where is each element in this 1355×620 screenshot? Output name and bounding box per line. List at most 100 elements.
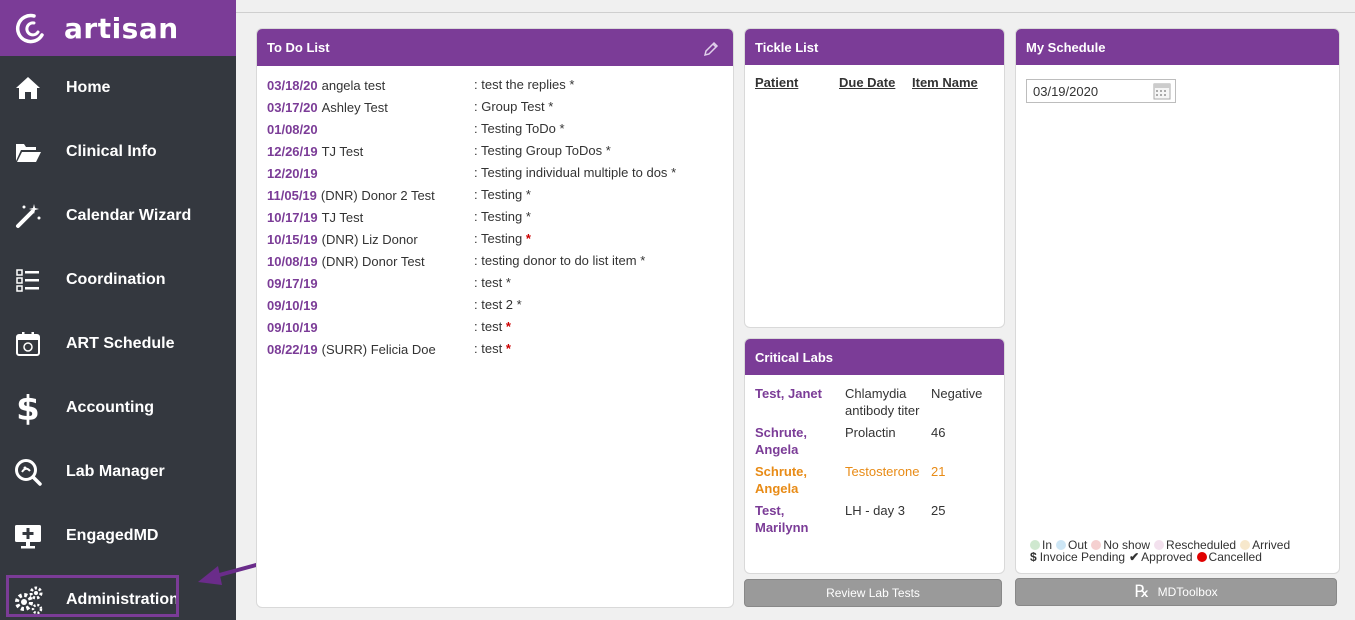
review-lab-tests-button[interactable]: Review Lab Tests (744, 579, 1002, 607)
tickle-col-patient[interactable]: Patient (755, 75, 798, 90)
todo-patient[interactable]: Ashley Test (322, 100, 388, 115)
check-icon: ✔ (1129, 550, 1140, 564)
magic-wand-icon (12, 200, 44, 232)
todo-item-label: : Testing (474, 209, 523, 224)
todo-item-label: : test (474, 341, 503, 356)
todo-date[interactable]: 09/10/19 (267, 320, 318, 335)
nav-art-schedule[interactable]: ART Schedule (0, 312, 236, 376)
todo-star: * (605, 143, 611, 158)
todo-date[interactable]: 10/08/19 (267, 254, 318, 269)
todo-date[interactable]: 01/08/20 (267, 122, 318, 137)
todo-row[interactable]: 03/17/20 Ashley Test (267, 96, 388, 118)
todo-item-text[interactable]: : Testing individual multiple to dos * (474, 165, 676, 180)
todo-item-text[interactable]: : Testing * (474, 209, 531, 224)
tickle-col-due-date[interactable]: Due Date (839, 75, 895, 90)
todo-item-text[interactable]: : Testing * (474, 231, 531, 246)
todo-item-text[interactable]: : Group Test * (474, 99, 553, 114)
lab-search-icon (12, 456, 44, 488)
tickle-panel: Tickle List Patient Due Date Item Name (744, 28, 1005, 328)
todo-date[interactable]: 09/10/19 (267, 298, 318, 313)
todo-patient[interactable]: (SURR) Felicia Doe (322, 342, 436, 357)
lab-patient[interactable]: Schrute, Angela (755, 463, 835, 497)
todo-panel: To Do List 03/18/20 angela test: test the… (256, 28, 734, 608)
todo-star: * (569, 77, 575, 92)
calendar-picker-icon[interactable] (1153, 82, 1171, 100)
todo-item-text[interactable]: : Testing * (474, 187, 531, 202)
todo-date[interactable]: 08/22/19 (267, 342, 318, 357)
todo-item-text[interactable]: : test * (474, 319, 511, 334)
todo-patient[interactable]: TJ Test (322, 144, 364, 159)
todo-date[interactable]: 10/15/19 (267, 232, 318, 247)
todo-item-text[interactable]: : test * (474, 341, 511, 356)
todo-date[interactable]: 10/17/19 (267, 210, 318, 225)
todo-patient[interactable]: (DNR) Donor Test (322, 254, 425, 269)
tickle-header: Tickle List (745, 29, 1004, 65)
administration-highlight-box (6, 575, 179, 617)
todo-row[interactable]: 09/17/19 (267, 272, 322, 294)
todo-item-text[interactable]: : Testing ToDo * (474, 121, 565, 136)
mdtoolbox-button[interactable]: ℞ MDToolbox (1015, 578, 1337, 606)
todo-item-label: : Testing Group ToDos (474, 143, 603, 158)
todo-row[interactable]: 12/26/19 TJ Test (267, 140, 363, 162)
todo-star: * (525, 231, 531, 246)
todo-item-label: : test 2 (474, 297, 514, 312)
lab-patient[interactable]: Test, Marilynn (755, 502, 835, 536)
critical-labs-header: Critical Labs (745, 339, 1004, 375)
artisan-logo-icon (15, 13, 44, 44)
todo-row[interactable]: 09/10/19 (267, 316, 322, 338)
todo-row[interactable]: 09/10/19 (267, 294, 322, 316)
todo-date[interactable]: 03/17/20 (267, 100, 318, 115)
tickle-col-item-name[interactable]: Item Name (912, 75, 978, 90)
todo-date[interactable]: 11/05/19 (267, 188, 317, 203)
todo-item-text[interactable]: : testing donor to do list item * (474, 253, 645, 268)
todo-patient[interactable]: (DNR) Donor 2 Test (321, 188, 435, 203)
legend-cancelled-label: Cancelled (1208, 550, 1262, 564)
lab-value: Negative (931, 386, 983, 401)
calendar-icon (12, 328, 44, 360)
todo-patient[interactable]: TJ Test (322, 210, 364, 225)
nav-label-calendar-wizard: Calendar Wizard (66, 207, 192, 224)
legend-invoice-label: Invoice Pending (1039, 550, 1126, 564)
todo-item-text[interactable]: : test * (474, 275, 511, 290)
nav-label-lab-manager: Lab Manager (66, 463, 165, 480)
todo-item-label: : test the replies (474, 77, 566, 92)
todo-row[interactable]: 10/08/19 (DNR) Donor Test (267, 250, 425, 272)
todo-row[interactable]: 03/18/20 angela test (267, 74, 385, 96)
lab-value: 46 (931, 425, 946, 440)
todo-date[interactable]: 12/20/19 (267, 166, 318, 181)
todo-star: * (516, 297, 522, 312)
schedule-legend-billing: $ Invoice Pending ✔ Approved Cancelled (1030, 550, 1262, 564)
nav-accounting[interactable]: $ Accounting (0, 376, 236, 440)
lab-patient[interactable]: Test, Janet (755, 385, 835, 402)
todo-item-text[interactable]: : test 2 * (474, 297, 522, 312)
todo-date[interactable]: 03/18/20 (267, 78, 318, 93)
todo-patient[interactable]: angela test (322, 78, 386, 93)
todo-row[interactable]: 01/08/20 (267, 118, 322, 140)
nav-coordination[interactable]: Coordination (0, 248, 236, 312)
todo-date[interactable]: 09/17/19 (267, 276, 318, 291)
brand-bar: artisan (0, 0, 236, 56)
checklist-icon (12, 264, 44, 296)
nav-home[interactable]: Home (0, 56, 236, 120)
critical-labs-panel: Critical Labs Test, Janet Chlamydia antib… (744, 338, 1005, 574)
critical-labs-title: Critical Labs (755, 349, 834, 365)
todo-star: * (640, 253, 646, 268)
todo-row[interactable]: 12/20/19 (267, 162, 322, 184)
nav-lab-manager[interactable]: Lab Manager (0, 440, 236, 504)
todo-row[interactable]: 10/17/19 TJ Test (267, 206, 363, 228)
nav-clinical-info[interactable]: Clinical Info (0, 120, 236, 184)
todo-row[interactable]: 10/15/19 (DNR) Liz Donor (267, 228, 418, 250)
nav-calendar-wizard[interactable]: Calendar Wizard (0, 184, 236, 248)
lab-patient[interactable]: Schrute, Angela (755, 424, 835, 458)
todo-item-text[interactable]: : test the replies * (474, 77, 574, 92)
nav-label-home: Home (66, 79, 111, 96)
todo-date[interactable]: 12/26/19 (267, 144, 318, 159)
brand-name: artisan (64, 11, 179, 45)
pencil-icon[interactable] (703, 41, 719, 57)
todo-patient[interactable]: (DNR) Liz Donor (322, 232, 418, 247)
monitor-plus-icon (12, 520, 44, 552)
todo-row[interactable]: 11/05/19 (DNR) Donor 2 Test (267, 184, 435, 206)
header-divider (236, 12, 1355, 13)
todo-row[interactable]: 08/22/19 (SURR) Felicia Doe (267, 338, 436, 360)
todo-item-text[interactable]: : Testing Group ToDos * (474, 143, 611, 158)
